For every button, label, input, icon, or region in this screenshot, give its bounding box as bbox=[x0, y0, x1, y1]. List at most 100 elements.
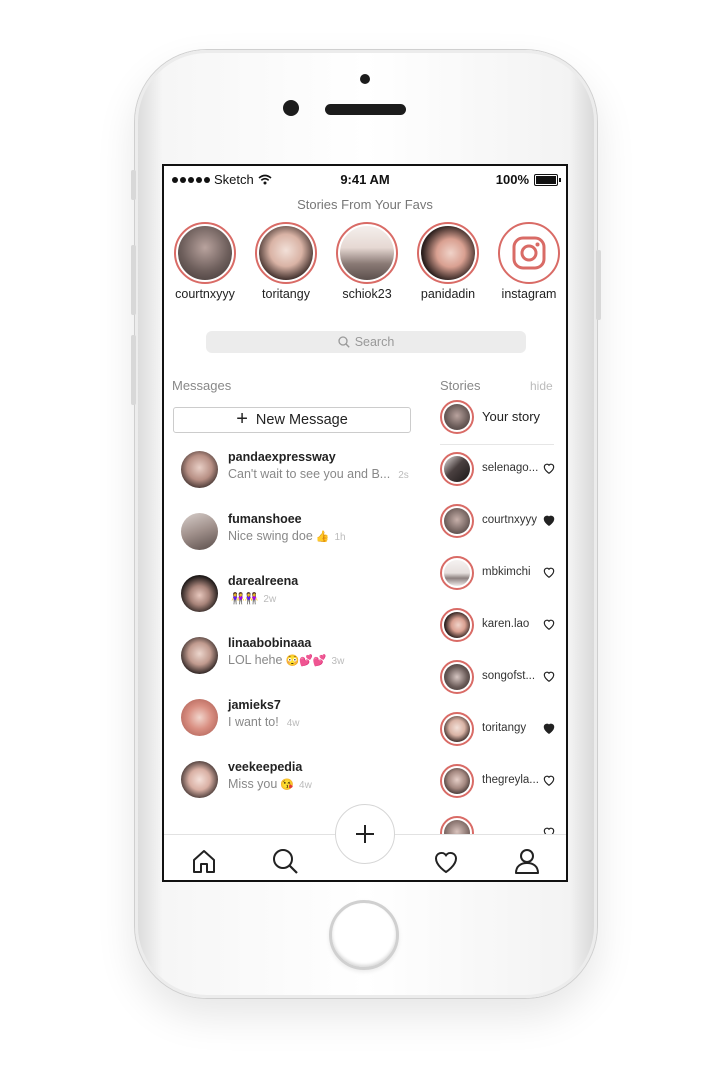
home-icon[interactable] bbox=[190, 847, 218, 875]
thread-username: darealreena bbox=[228, 574, 299, 588]
heart-outline-icon[interactable] bbox=[542, 773, 556, 787]
avatar bbox=[444, 560, 470, 586]
thread-preview-line: LOL hehe 😳💕💕 3w bbox=[228, 653, 344, 667]
story-ring bbox=[174, 222, 236, 284]
thread-emoji: 😘 bbox=[280, 779, 295, 791]
search-icon bbox=[338, 336, 350, 348]
mute-switch bbox=[131, 170, 136, 200]
story-username: mbkimchi bbox=[482, 566, 531, 578]
search-placeholder: Search bbox=[354, 335, 395, 349]
fav-story-panidadin[interactable]: panidadin bbox=[408, 222, 488, 301]
thread-age: 4w bbox=[286, 718, 300, 729]
thread-preview-line: Nice swing doe 👍 1h bbox=[228, 529, 346, 543]
compose-plus-button[interactable] bbox=[335, 804, 395, 864]
story-username: toritangy bbox=[482, 722, 527, 734]
proximity-sensor bbox=[360, 74, 370, 84]
thread-preview-line: 👭👭 2w bbox=[228, 591, 276, 605]
battery-group: 100% bbox=[496, 172, 561, 187]
avatar bbox=[181, 575, 218, 612]
new-message-button[interactable]: + New Message bbox=[173, 407, 411, 433]
favs-title: Stories From Your Favs bbox=[297, 197, 433, 212]
stories-title: Stories bbox=[440, 378, 481, 393]
stories-list: Your story selenago... courtnxyyy mbkimc… bbox=[440, 400, 556, 840]
profile-icon[interactable] bbox=[513, 847, 541, 875]
earpiece-speaker bbox=[325, 104, 406, 115]
heart-outline-icon[interactable] bbox=[542, 461, 556, 475]
message-thread[interactable]: linaabobinaaa LOL hehe 😳💕💕 3w bbox=[181, 635, 421, 675]
message-thread[interactable]: fumanshoee Nice swing doe 👍 1h bbox=[181, 511, 421, 551]
message-thread[interactable]: pandaexpressway Can't wait to see you an… bbox=[181, 449, 421, 489]
thread-emoji: 👭👭 bbox=[231, 593, 259, 605]
home-button[interactable] bbox=[329, 900, 399, 970]
fav-story-toritangy[interactable]: toritangy bbox=[246, 222, 326, 301]
story-username: songofst... bbox=[482, 670, 536, 682]
story-username: courtnxyyy bbox=[482, 514, 537, 526]
story-item[interactable]: thegreyla... bbox=[440, 764, 556, 800]
avatar bbox=[444, 404, 470, 430]
fav-name: panidadin bbox=[420, 287, 476, 301]
compose-plus-icon bbox=[356, 825, 374, 843]
thread-age: 2w bbox=[263, 594, 277, 605]
story-item[interactable]: mbkimchi bbox=[440, 556, 556, 592]
status-bar: Sketch 9:41 AM 100% bbox=[164, 166, 566, 192]
story-item[interactable]: toritangy bbox=[440, 712, 556, 748]
search-icon[interactable] bbox=[271, 847, 299, 875]
your-story-item[interactable]: Your story bbox=[440, 400, 556, 436]
thread-emoji: 😳💕💕 bbox=[285, 655, 327, 667]
fav-name: schiok23 bbox=[342, 287, 392, 301]
thread-age: 3w bbox=[331, 656, 345, 667]
heart-filled-icon[interactable] bbox=[542, 513, 556, 527]
fav-story-instagram[interactable]: instagram bbox=[489, 222, 566, 301]
avatar bbox=[421, 226, 475, 280]
avatar bbox=[444, 664, 470, 690]
thread-preview-line: Miss you 😘 4w bbox=[228, 777, 312, 791]
thread-age: 4w bbox=[299, 780, 312, 791]
plus-icon: + bbox=[236, 408, 248, 430]
story-ring bbox=[440, 712, 474, 746]
avatar bbox=[181, 451, 218, 488]
heart-outline-icon[interactable] bbox=[542, 669, 556, 683]
search-input[interactable]: Search bbox=[206, 331, 526, 353]
story-ring bbox=[440, 452, 474, 486]
avatar bbox=[181, 637, 218, 674]
thread-preview-line: Can't wait to see you and B... 2s bbox=[228, 467, 409, 481]
fav-name: toritangy bbox=[262, 287, 310, 301]
thread-preview: Miss you bbox=[228, 777, 278, 791]
heart-outline-icon[interactable] bbox=[542, 565, 556, 579]
story-item[interactable]: songofst... bbox=[440, 660, 556, 696]
story-ring bbox=[336, 222, 398, 284]
avatar bbox=[444, 716, 470, 742]
story-item[interactable]: courtnxyyy bbox=[440, 504, 556, 540]
fav-story-schiok23[interactable]: schiok23 bbox=[327, 222, 407, 301]
thread-preview-line: I want to! 4w bbox=[228, 715, 300, 729]
thread-preview: Nice swing doe bbox=[228, 529, 313, 543]
avatar bbox=[181, 699, 218, 736]
heart-filled-icon[interactable] bbox=[542, 721, 556, 735]
avatar bbox=[444, 768, 470, 794]
favs-story-row: courtnxyyy toritangy schiok23 panidadin bbox=[164, 222, 566, 306]
message-thread[interactable]: darealreena 👭👭 2w bbox=[181, 573, 421, 613]
heart-outline-icon[interactable] bbox=[542, 617, 556, 631]
message-thread[interactable]: veekeepedia Miss you 😘 4w bbox=[181, 759, 421, 799]
message-thread[interactable]: jamieks7 I want to! 4w bbox=[181, 697, 421, 737]
thread-emoji: 👍 bbox=[315, 531, 330, 543]
fav-name: instagram bbox=[501, 287, 557, 301]
story-ring bbox=[440, 556, 474, 590]
heart-icon[interactable] bbox=[432, 847, 460, 875]
story-item[interactable]: selenago... bbox=[440, 452, 556, 488]
thread-username: jamieks7 bbox=[228, 698, 281, 712]
thread-age: 2s bbox=[398, 470, 409, 481]
fav-story-courtnxyyy[interactable]: courtnxyyy bbox=[165, 222, 245, 301]
thread-age: 1h bbox=[334, 532, 346, 543]
story-ring bbox=[440, 504, 474, 538]
story-item[interactable]: karen.lao bbox=[440, 608, 556, 644]
fav-name: courtnxyyy bbox=[175, 287, 235, 301]
avatar bbox=[444, 508, 470, 534]
battery-icon bbox=[534, 173, 561, 186]
story-username: selenago... bbox=[482, 462, 539, 474]
hide-stories-link[interactable]: hide bbox=[530, 379, 553, 393]
avatar bbox=[444, 456, 470, 482]
thread-preview: LOL hehe bbox=[228, 653, 283, 667]
stories-divider bbox=[440, 444, 554, 445]
story-username: thegreyla... bbox=[482, 774, 539, 786]
